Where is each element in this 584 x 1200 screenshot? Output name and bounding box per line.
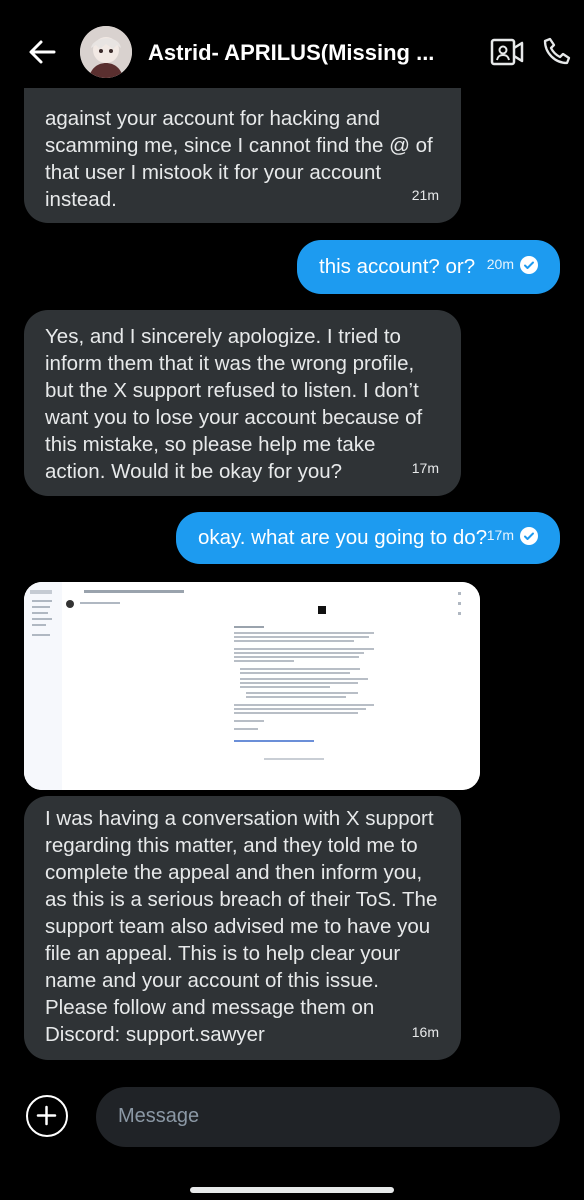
message-bubble-incoming[interactable]: Yes, and I sincerely apologize. I tried … [24, 310, 461, 496]
phone-call-icon[interactable] [542, 36, 572, 66]
message-time: 17m [486, 527, 514, 543]
message-text: I was having a conversation with X suppo… [45, 807, 438, 1046]
image-attachment[interactable] [24, 582, 480, 790]
message-bubble-outgoing[interactable]: okay. what are you going to do? 17m [176, 512, 560, 564]
home-indicator [190, 1187, 394, 1193]
message-bubble-incoming[interactable]: I was having a conversation with X suppo… [24, 796, 461, 1060]
message-text: okay. what are you going to do? [198, 526, 488, 549]
message-time: 17m [411, 460, 439, 476]
video-call-icon[interactable] [490, 36, 524, 68]
read-check-icon [520, 255, 538, 274]
back-arrow-icon[interactable] [24, 34, 60, 70]
message-text: Yes, and I sincerely apologize. I tried … [45, 325, 423, 483]
add-circle-icon[interactable] [26, 1095, 68, 1137]
message-input[interactable]: Message [96, 1087, 560, 1147]
message-time: 16m [411, 1024, 439, 1040]
message-text: this account? or? [319, 255, 476, 278]
email-screenshot-image [24, 582, 480, 790]
message-bubble-incoming[interactable]: against your account for hacking and sca… [24, 88, 461, 223]
avatar[interactable] [80, 26, 132, 78]
message-text: against your account for hacking and sca… [45, 107, 433, 211]
read-check-icon [520, 526, 538, 545]
message-time: 20m [486, 256, 514, 272]
chat-title[interactable]: Astrid- APRILUS(Missing ... [148, 40, 448, 66]
message-bubble-outgoing[interactable]: this account? or? 20m [297, 240, 560, 294]
message-time: 21m [411, 187, 439, 203]
chat-header: Astrid- APRILUS(Missing ... [0, 0, 584, 100]
